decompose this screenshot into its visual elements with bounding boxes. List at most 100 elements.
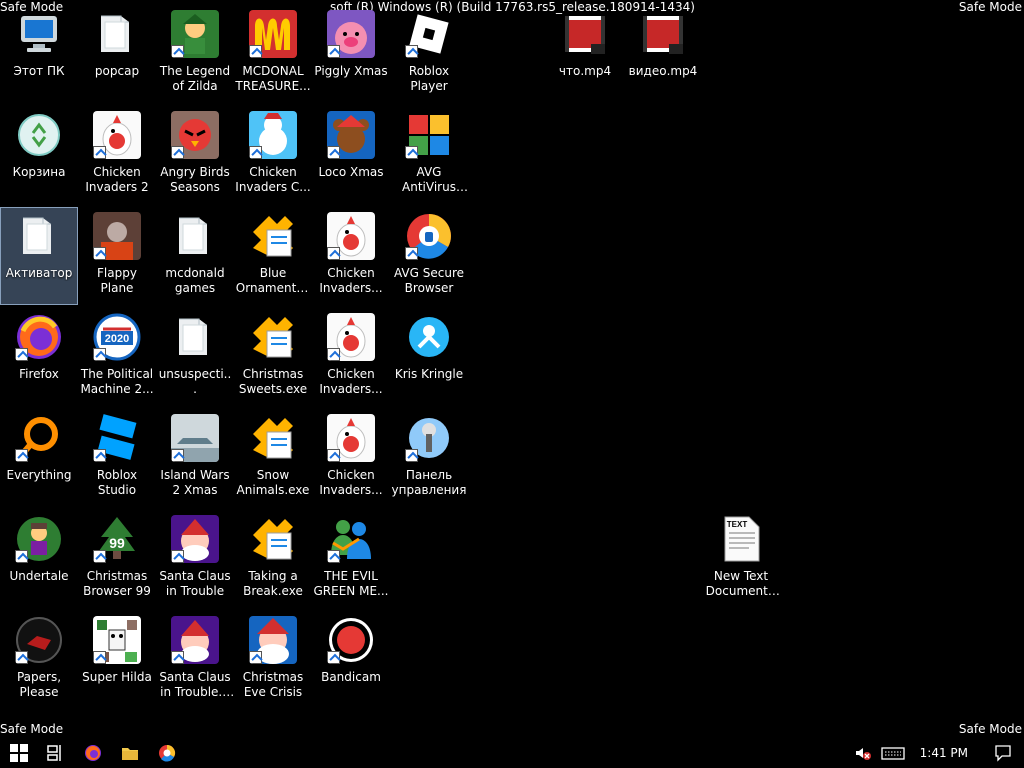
shortcut-arrow-icon: [249, 45, 262, 58]
roblox-icon: [405, 10, 453, 58]
desktop-icon[interactable]: Island Wars 2 Xmas: [157, 410, 233, 506]
start-button[interactable]: [0, 738, 37, 768]
desktop-icon-label: Chicken Invaders...: [319, 468, 383, 497]
desktop-icon[interactable]: Taking a Break.exe: [235, 511, 311, 607]
desktop-icon[interactable]: Santa Claus in Trouble... A...: [157, 612, 233, 708]
desktop-icon[interactable]: Angry Birds Seasons: [157, 107, 233, 203]
desktop-icon[interactable]: Активатор: [0, 207, 78, 305]
exe-icon: [249, 515, 297, 563]
bandicam-icon: [327, 616, 375, 664]
task-view-button[interactable]: [37, 738, 74, 768]
folder-icon: [121, 748, 138, 760]
keyboard-icon: [880, 747, 905, 760]
shortcut-arrow-icon: [327, 247, 340, 260]
shortcut-arrow-icon: [15, 449, 28, 462]
shortcut-arrow-icon: [15, 651, 28, 664]
firefox-taskbar-button[interactable]: [74, 738, 111, 768]
shortcut-arrow-icon: [405, 45, 418, 58]
desktop-icon[interactable]: Chicken Invaders...: [313, 410, 389, 506]
avg-browser-taskbar-button[interactable]: [148, 738, 185, 768]
shortcut-arrow-icon: [405, 146, 418, 159]
desktop-icon[interactable]: видео.mp4: [625, 6, 701, 102]
desktop-icon[interactable]: что.mp4: [547, 6, 623, 102]
desktop-icon[interactable]: 2020 The Political Machine 2...: [79, 309, 155, 405]
desktop-icon[interactable]: 99 Christmas Browser 99: [79, 511, 155, 607]
desktop-icon[interactable]: Панель управления: [391, 410, 467, 506]
svg-text:TEXT: TEXT: [727, 520, 748, 529]
tree-icon: 99: [93, 515, 141, 563]
desktop-icon[interactable]: Корзина: [1, 107, 77, 203]
desktop-icon[interactable]: Roblox Player: [391, 6, 467, 102]
video-file-icon: [561, 10, 609, 58]
desktop-icon[interactable]: Этот ПК: [1, 6, 77, 102]
shortcut-arrow-icon: [171, 651, 184, 664]
computer-icon: [15, 10, 63, 58]
shortcut-arrow-icon: [327, 348, 340, 361]
desktop-icon-label: Undertale: [9, 569, 69, 583]
clock[interactable]: 1:41 PM: [910, 746, 982, 760]
desktop-icon-label: видео.mp4: [628, 64, 698, 78]
desktop-icon[interactable]: popcap: [79, 6, 155, 102]
desktop-icon[interactable]: Loco Xmas: [313, 107, 389, 203]
desktop-icon-label: Chicken Invaders...: [319, 367, 383, 396]
desktop-icon[interactable]: Super Hilda: [79, 612, 155, 708]
shortcut-arrow-icon: [171, 550, 184, 563]
desktop-icon[interactable]: Papers, Please: [1, 612, 77, 708]
desktop-icon[interactable]: mcdonald games: [157, 208, 233, 304]
desktop-icon[interactable]: Blue Ornaments....: [235, 208, 311, 304]
keyboard-button[interactable]: [876, 738, 910, 768]
photo-icon: [93, 212, 141, 260]
desktop-icon[interactable]: Flappy Plane: [79, 208, 155, 304]
desktop-icon-label: mcdonald games: [165, 266, 225, 295]
firefox-icon: [15, 313, 63, 361]
volume-button[interactable]: [850, 738, 876, 768]
mcdonalds-icon: [249, 10, 297, 58]
desktop-icon-label: Bandicam: [321, 670, 381, 684]
desktop-icon-label: Papers, Please: [16, 670, 62, 699]
desktop-icon-label: Piggly Xmas: [314, 64, 388, 78]
desktop-icon[interactable]: Kris Kringle: [391, 309, 467, 405]
action-center-button[interactable]: [982, 738, 1024, 768]
desktop-icon-label: New Text Document.txt: [705, 569, 777, 598]
desktop-icon[interactable]: Christmas Eve Crisis: [235, 612, 311, 708]
desktop-icon[interactable]: The Legend of Zilda: [157, 6, 233, 102]
desktop-icon[interactable]: Chicken Invaders...: [313, 208, 389, 304]
desktop-icon[interactable]: Bandicam: [313, 612, 389, 708]
svg-text:2020: 2020: [105, 333, 129, 345]
desktop-icon[interactable]: Chicken Invaders 2: [79, 107, 155, 203]
shortcut-arrow-icon: [171, 45, 184, 58]
desktop-icon-label: AVG AntiVirus Free: [402, 165, 456, 194]
desktop-icon-label: Roblox Studio: [96, 468, 138, 497]
desktop-icon[interactable]: Firefox: [1, 309, 77, 405]
file-explorer-button[interactable]: [111, 738, 148, 768]
desktop-icon[interactable]: AVG Secure Browser: [391, 208, 467, 304]
desktop-icon[interactable]: Chicken Invaders C...: [235, 107, 311, 203]
desktop-icon-label: Firefox: [19, 367, 59, 381]
desktop-icon[interactable]: Chicken Invaders...: [313, 309, 389, 405]
desktop-icon[interactable]: Everything: [1, 410, 77, 506]
desktop-icon[interactable]: Piggly Xmas: [313, 6, 389, 102]
desktop-icon-label: Blue Ornaments....: [235, 266, 311, 295]
desktop-icon[interactable]: unsuspecti...: [157, 309, 233, 405]
avg-browser-icon: [405, 212, 453, 260]
desktop-icon[interactable]: TEXT New Text Document.txt: [703, 511, 779, 607]
shortcut-arrow-icon: [171, 146, 184, 159]
desktop-icon-label: Christmas Sweets.exe: [238, 367, 308, 396]
folder-icon: [171, 212, 219, 260]
shortcut-arrow-icon: [249, 651, 262, 664]
desktop-icon[interactable]: MCDONAL TREASURE...: [235, 6, 311, 102]
desktop-icon[interactable]: Roblox Studio: [79, 410, 155, 506]
desktop-icon[interactable]: AVG AntiVirus Free: [391, 107, 467, 203]
desktop-icon-label: Панель управления: [391, 468, 467, 497]
political-icon: 2020: [93, 313, 141, 361]
notification-icon: [995, 745, 1011, 762]
desktop-icon[interactable]: Santa Claus in Trouble: [157, 511, 233, 607]
desktop-icon[interactable]: THE EVIL GREEN ME...: [313, 511, 389, 607]
desktop-icon[interactable]: Snow Animals.exe: [235, 410, 311, 506]
exe-icon: [249, 414, 297, 462]
desktop-icon[interactable]: Undertale: [1, 511, 77, 607]
desktop-icon-label: Angry Birds Seasons: [160, 165, 230, 194]
desktop-icon-label: что.mp4: [558, 64, 612, 78]
folder-icon: [171, 313, 219, 361]
desktop-icon[interactable]: Christmas Sweets.exe: [235, 309, 311, 405]
